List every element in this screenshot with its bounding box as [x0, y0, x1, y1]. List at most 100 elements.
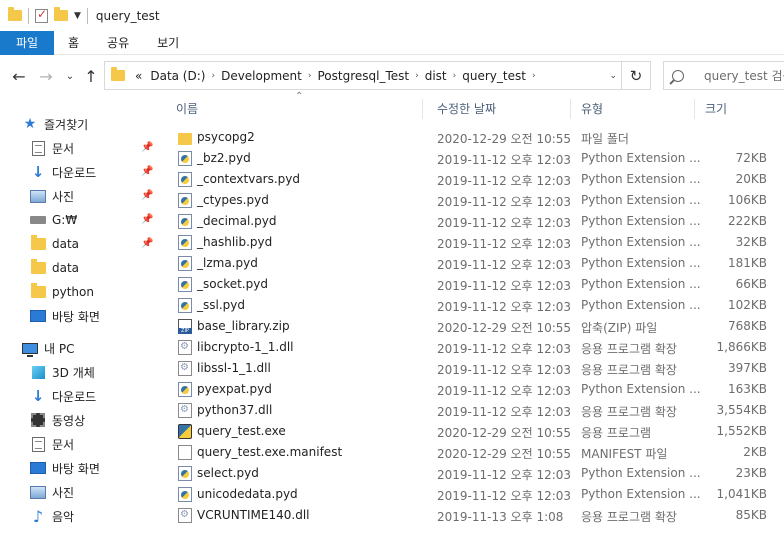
- sidebar-item-label: data: [52, 261, 80, 275]
- toolbar-divider: [86, 7, 88, 24]
- tab-share[interactable]: 공유: [93, 31, 143, 55]
- file-name: libcrypto-1_1.dll: [197, 340, 294, 354]
- breadcrumb-item[interactable]: Data (D:): [150, 69, 205, 83]
- video-icon: [31, 413, 45, 427]
- sidebar-item-python[interactable]: python: [30, 281, 94, 303]
- recent-locations-chevron-icon[interactable]: ⌄: [62, 65, 78, 87]
- file-row[interactable]: pyexpat.pyd 2019-11-12 오후 12:03 Python Ext…: [165, 379, 784, 400]
- sidebar-item-data[interactable]: data: [30, 233, 79, 255]
- new-folder-icon[interactable]: [54, 7, 68, 21]
- breadcrumb-item[interactable]: Postgresql_Test: [317, 69, 409, 83]
- navigation-bar: ← → ⌄ ↑ « Data (D:) › Development › Post…: [0, 55, 784, 95]
- file-row[interactable]: _socket.pyd 2019-11-12 오후 12:03 Python Ext…: [165, 274, 784, 295]
- file-name: _contextvars.pyd: [197, 172, 301, 186]
- computer-icon: [22, 342, 38, 357]
- sidebar-item-pictures[interactable]: 사진: [30, 185, 74, 207]
- file-row[interactable]: _ssl.pyd 2019-11-12 오후 12:03 Python Extens…: [165, 295, 784, 316]
- sidebar-item-3d-objects[interactable]: 3D 개체: [30, 361, 95, 383]
- sidebar-item-downloads[interactable]: ↓ 다운로드: [30, 385, 96, 407]
- file-row[interactable]: _lzma.pyd 2019-11-12 오후 12:03 Python Exten…: [165, 253, 784, 274]
- sidebar-item-label: data: [52, 237, 80, 251]
- file-row[interactable]: query_test.exe 2020-12-29 오전 10:55 응용 프로그램…: [165, 421, 784, 442]
- sidebar-item-data[interactable]: data: [30, 257, 79, 279]
- navigation-pane: ★ 즐겨찾기 문서 📌 ↓ 다운로드 📌 사진 📌 G:₩ 📌 data 📌 d…: [0, 108, 165, 535]
- file-size: 106KB: [727, 193, 767, 207]
- file-row[interactable]: _hashlib.pyd 2019-11-12 오후 12:03 Python Ex…: [165, 232, 784, 253]
- sidebar-item-music[interactable]: ♪ 음악: [30, 505, 74, 527]
- file-type: 응용 프로그램 확장: [581, 405, 677, 419]
- sidebar-item-documents[interactable]: 문서: [30, 433, 74, 455]
- properties-icon[interactable]: [35, 7, 48, 23]
- sidebar-item-desktop[interactable]: 바탕 화면: [30, 305, 100, 327]
- zip-file-icon: [178, 319, 192, 334]
- dll-file-icon: [178, 403, 192, 418]
- sidebar-item-label: 3D 개체: [52, 365, 95, 380]
- column-header-name[interactable]: 이름: [165, 95, 422, 123]
- refresh-icon[interactable]: ↻: [622, 61, 651, 90]
- file-row[interactable]: select.pyd 2019-11-12 오후 12:03 Python Exte…: [165, 463, 784, 484]
- tab-file[interactable]: 파일: [0, 31, 54, 55]
- file-name: _ssl.pyd: [197, 298, 245, 312]
- chevron-right-icon[interactable]: ›: [415, 71, 419, 81]
- chevron-right-icon[interactable]: ›: [211, 71, 215, 81]
- breadcrumb-item[interactable]: query_test: [462, 69, 526, 83]
- customize-toolbar-chevron-icon[interactable]: ▼: [74, 11, 81, 21]
- file-name: VCRUNTIME140.dll: [197, 508, 310, 522]
- up-arrow-icon[interactable]: ↑: [80, 65, 102, 87]
- file-name: _lzma.pyd: [197, 256, 258, 270]
- tab-view[interactable]: 보기: [143, 31, 193, 55]
- breadcrumb-item[interactable]: dist: [425, 69, 447, 83]
- address-history-chevron-icon[interactable]: ⌄: [609, 71, 617, 81]
- search-input[interactable]: query_test 검색: [663, 61, 784, 90]
- sidebar-item-quick-access[interactable]: ★ 즐겨찾기: [22, 113, 88, 135]
- file-row[interactable]: libcrypto-1_1.dll 2019-11-12 오후 12:03 응용 프…: [165, 337, 784, 358]
- breadcrumb-item[interactable]: Development: [221, 69, 302, 83]
- chevron-right-icon[interactable]: ›: [453, 71, 457, 81]
- file-name: _socket.pyd: [197, 277, 268, 291]
- file-size: 181KB: [727, 256, 767, 270]
- chevron-right-icon[interactable]: ›: [532, 71, 536, 81]
- sidebar-item-this-pc[interactable]: 내 PC: [22, 337, 74, 359]
- column-header-size[interactable]: 크기: [694, 95, 784, 123]
- file-row[interactable]: query_test.exe.manifest 2020-12-29 오전 10:…: [165, 442, 784, 463]
- dll-file-icon: [178, 361, 192, 376]
- sidebar-item-drive-g[interactable]: G:₩: [30, 209, 77, 231]
- forward-arrow-icon[interactable]: →: [35, 65, 57, 87]
- sidebar-item-downloads[interactable]: ↓ 다운로드: [30, 161, 96, 183]
- file-row[interactable]: psycopg2 2020-12-29 오전 10:55 파일 폴더: [165, 127, 784, 148]
- sidebar-item-pictures[interactable]: 사진: [30, 481, 74, 503]
- file-row[interactable]: _bz2.pyd 2019-11-12 오후 12:03 Python Extens…: [165, 148, 784, 169]
- file-size: 66KB: [735, 277, 767, 291]
- back-arrow-icon[interactable]: ←: [8, 65, 30, 87]
- file-row[interactable]: base_library.zip 2020-12-29 오전 10:55 압축(ZI…: [165, 316, 784, 337]
- file-size: 23KB: [735, 466, 767, 480]
- file-date: 2019-11-12 오후 12:03: [437, 153, 572, 167]
- file-row[interactable]: unicodedata.pyd 2019-11-12 오후 12:03 Python…: [165, 484, 784, 505]
- file-type: Python Extension ...: [581, 487, 701, 501]
- address-bar[interactable]: « Data (D:) › Development › Postgresql_T…: [104, 61, 622, 90]
- column-header-date[interactable]: 수정한 날짜: [426, 95, 570, 123]
- file-row[interactable]: VCRUNTIME140.dll 2019-11-13 오후 1:08 응용 프로그…: [165, 505, 784, 526]
- column-header-type[interactable]: 유형: [570, 95, 694, 123]
- sidebar-item-documents[interactable]: 문서: [30, 137, 74, 159]
- sidebar-item-desktop[interactable]: 바탕 화면: [30, 457, 100, 479]
- tab-home[interactable]: 홈: [54, 31, 93, 55]
- file-row[interactable]: _ctypes.pyd 2019-11-12 오후 12:03 Python Ext…: [165, 190, 784, 211]
- breadcrumb-overflow[interactable]: «: [135, 69, 142, 83]
- sidebar-item-videos[interactable]: 동영상: [30, 409, 85, 431]
- file-row[interactable]: libssl-1_1.dll 2019-11-12 오후 12:03 응용 프로그램…: [165, 358, 784, 379]
- py-file-icon: [178, 214, 192, 229]
- file-type: Python Extension ...: [581, 214, 701, 228]
- file-name: python37.dll: [197, 403, 273, 417]
- file-row[interactable]: python37.dll 2019-11-12 오후 12:03 응용 프로그램 확…: [165, 400, 784, 421]
- download-icon: ↓: [31, 387, 45, 405]
- file-row[interactable]: _contextvars.pyd 2019-11-12 오후 12:03 Pytho…: [165, 169, 784, 190]
- sidebar-item-label: G:₩: [52, 213, 78, 227]
- file-date: 2019-11-12 오후 12:03: [437, 405, 572, 419]
- file-type: 압축(ZIP) 파일: [581, 321, 658, 335]
- file-row[interactable]: _decimal.pyd 2019-11-12 오후 12:03 Python Ex…: [165, 211, 784, 232]
- chevron-right-icon[interactable]: ›: [308, 71, 312, 81]
- column-divider[interactable]: [422, 99, 423, 119]
- sidebar-item-label: 사진: [52, 189, 75, 204]
- file-name: _bz2.pyd: [197, 151, 251, 165]
